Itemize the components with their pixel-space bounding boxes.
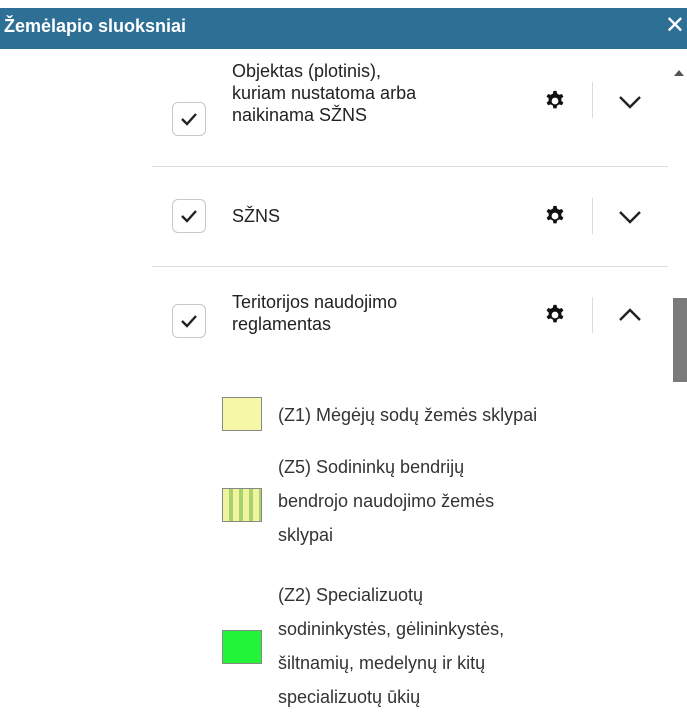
- legend-item-z2: (Z2) Specializuotų sodininkystės, gėlini…: [222, 578, 642, 717]
- layer-label: SŽNS: [232, 206, 281, 226]
- layer-label: Teritorijos naudojimo reglamentas: [232, 292, 398, 334]
- panel-title: Žemėlapio sluoksniai: [4, 16, 187, 36]
- legend-label: (Z5) Sodininkų bendrijų bendrojo naudoji…: [278, 457, 495, 545]
- layer-item-reglamentas: Teritorijos naudojimo reglamentas: [152, 266, 668, 378]
- check-icon: [181, 210, 197, 223]
- gear-icon[interactable]: [544, 90, 566, 112]
- panel-header: Žemėlapio sluoksniai ✕: [0, 0, 687, 52]
- layer-item-objektas: Objektas (plotinis), kuriam nustatoma ar…: [152, 52, 668, 167]
- legend-swatch: [222, 630, 262, 664]
- check-icon: [181, 315, 197, 328]
- scrollbar-thumb[interactable]: [673, 298, 687, 382]
- legend-label: (Z1) Mėgėjų sodų žemės sklypai: [278, 405, 538, 425]
- layer-checkbox[interactable]: [172, 304, 206, 338]
- layer-item-szns: SŽNS: [152, 166, 668, 267]
- check-icon: [181, 113, 197, 126]
- scrollbar[interactable]: [671, 52, 687, 717]
- chevron-down-icon[interactable]: [618, 94, 642, 110]
- layer-checkbox[interactable]: [172, 199, 206, 233]
- legend-swatch: [222, 397, 262, 431]
- layer-divider: [592, 82, 593, 118]
- gear-icon[interactable]: [544, 205, 566, 227]
- close-icon[interactable]: ✕: [665, 14, 685, 38]
- gear-icon[interactable]: [544, 304, 566, 326]
- legend-swatch: [222, 488, 262, 522]
- layer-divider: [592, 198, 593, 234]
- chevron-down-icon[interactable]: [618, 209, 642, 225]
- layer-label: Objektas (plotinis), kuriam nustatoma ar…: [232, 61, 417, 125]
- legend-item-z5: (Z5) Sodininkų bendrijų bendrojo naudoji…: [222, 450, 642, 560]
- layers-panel: Objektas (plotinis), kuriam nustatoma ar…: [0, 52, 687, 717]
- legend-item-z1: (Z1) Mėgėjų sodų žemės sklypai: [222, 394, 642, 434]
- layer-checkbox[interactable]: [172, 102, 206, 136]
- scroll-up-icon[interactable]: [674, 70, 684, 76]
- chevron-up-icon[interactable]: [618, 307, 642, 323]
- legend-label: (Z2) Specializuotų sodininkystės, gėlini…: [278, 585, 505, 707]
- layer-divider: [592, 297, 593, 333]
